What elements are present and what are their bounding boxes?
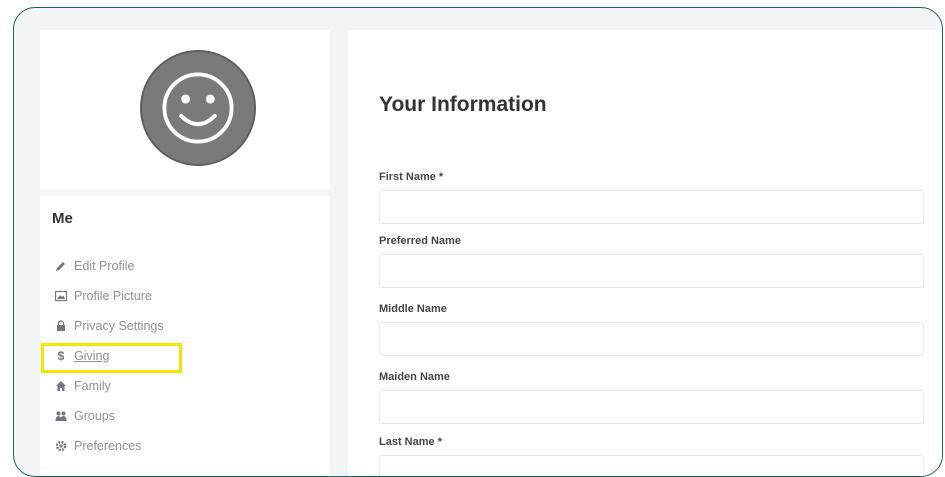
sidebar-item-label: Profile Picture — [74, 289, 152, 303]
sidebar-menu: Me Edit Profile Profile Picture Privacy … — [40, 196, 330, 476]
information-panel: Your Information First Name * Preferred … — [348, 30, 942, 476]
last-name-label: Last Name * — [379, 436, 442, 448]
maiden-name-input[interactable] — [379, 390, 924, 424]
app-frame: Me Edit Profile Profile Picture Privacy … — [13, 7, 943, 477]
page-title: Your Information — [379, 93, 547, 116]
sidebar-item-edit-profile[interactable]: Edit Profile — [54, 251, 164, 281]
middle-name-label: Middle Name — [379, 303, 447, 315]
sidebar-item-privacy-settings[interactable]: Privacy Settings — [54, 311, 164, 341]
sidebar-item-family[interactable]: Family — [54, 371, 164, 401]
group-icon — [54, 409, 68, 423]
lock-icon — [54, 319, 68, 333]
first-name-label: First Name * — [379, 171, 444, 183]
preferred-name-input[interactable] — [379, 254, 924, 288]
maiden-name-label: Maiden Name — [379, 371, 450, 383]
giving-highlight-box — [41, 343, 182, 373]
home-icon — [54, 379, 68, 393]
last-name-input[interactable] — [379, 455, 924, 476]
sidebar-item-label: Family — [74, 379, 111, 393]
profile-card — [40, 30, 330, 190]
sidebar-item-groups[interactable]: Groups — [54, 401, 164, 431]
middle-name-input[interactable] — [379, 322, 924, 356]
gear-icon — [54, 439, 68, 453]
sidebar-item-label: Groups — [74, 409, 115, 423]
picture-icon — [54, 289, 68, 303]
sidebar-item-profile-picture[interactable]: Profile Picture — [54, 281, 164, 311]
sidebar-item-label: Privacy Settings — [74, 319, 164, 333]
preferred-name-label: Preferred Name — [379, 235, 461, 247]
first-name-input[interactable] — [379, 190, 924, 224]
sidebar-item-preferences[interactable]: Preferences — [54, 431, 164, 461]
sidebar-section-title: Me — [52, 210, 73, 227]
pencil-icon — [54, 259, 68, 273]
sidebar-item-label: Edit Profile — [74, 259, 135, 273]
smiley-face-icon[interactable] — [140, 50, 256, 166]
sidebar-item-label: Preferences — [74, 439, 142, 453]
